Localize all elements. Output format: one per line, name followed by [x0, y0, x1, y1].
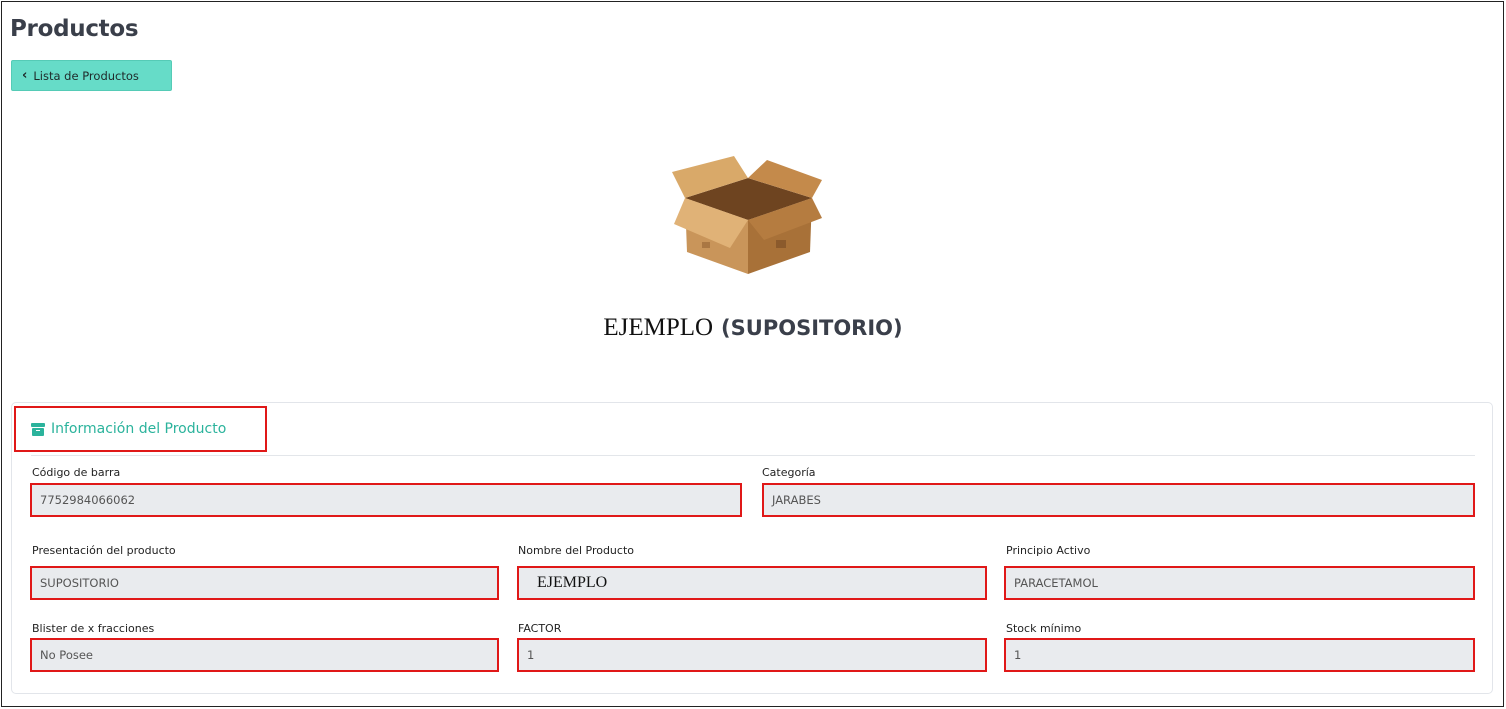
barcode-field[interactable]: 7752984066062 [30, 483, 742, 517]
presentation-value: SUPOSITORIO [40, 576, 119, 590]
section-divider [31, 455, 1475, 456]
product-name-field[interactable]: EJEMPLO [517, 566, 987, 600]
category-field[interactable]: JARABES [762, 483, 1475, 517]
active-ingredient-label: Principio Activo [1006, 544, 1091, 557]
blister-label: Blister de x fracciones [32, 622, 155, 635]
back-button-label: Lista de Productos [33, 68, 139, 83]
product-name-label: Nombre del Producto [518, 544, 634, 557]
min-stock-field[interactable]: 1 [1004, 638, 1475, 672]
product-name-value: EJEMPLO [537, 574, 608, 591]
back-to-product-list-button[interactable]: ‹ Lista de Productos [11, 60, 172, 91]
product-heading-presentation: (SUPOSITORIO) [721, 316, 903, 340]
min-stock-value: 1 [1014, 648, 1022, 662]
presentation-field[interactable]: SUPOSITORIO [30, 566, 499, 600]
cardboard-box-icon [672, 156, 822, 274]
factor-field[interactable]: 1 [517, 638, 987, 672]
factor-label: FACTOR [518, 622, 562, 635]
product-info-title: Información del Producto [51, 421, 227, 437]
presentation-label: Presentación del producto [32, 544, 176, 557]
min-stock-label: Stock mínimo [1006, 622, 1082, 635]
barcode-label: Código de barra [32, 466, 121, 479]
category-label: Categoría [762, 466, 816, 479]
chevron-left-icon: ‹ [22, 68, 28, 83]
page-title: Productos [10, 16, 139, 42]
category-value: JARABES [772, 493, 821, 507]
product-heading-name: EJEMPLO [603, 314, 714, 341]
active-ingredient-value: PARACETAMOL [1014, 576, 1098, 590]
product-info-header: Información del Producto [14, 406, 267, 452]
archive-icon [31, 422, 45, 436]
blister-value: No Posee [40, 648, 93, 662]
product-heading: EJEMPLO (SUPOSITORIO) [0, 312, 1506, 342]
factor-value: 1 [527, 648, 535, 662]
blister-field[interactable]: No Posee [30, 638, 499, 672]
barcode-value: 7752984066062 [40, 493, 136, 507]
active-ingredient-field[interactable]: PARACETAMOL [1004, 566, 1475, 600]
